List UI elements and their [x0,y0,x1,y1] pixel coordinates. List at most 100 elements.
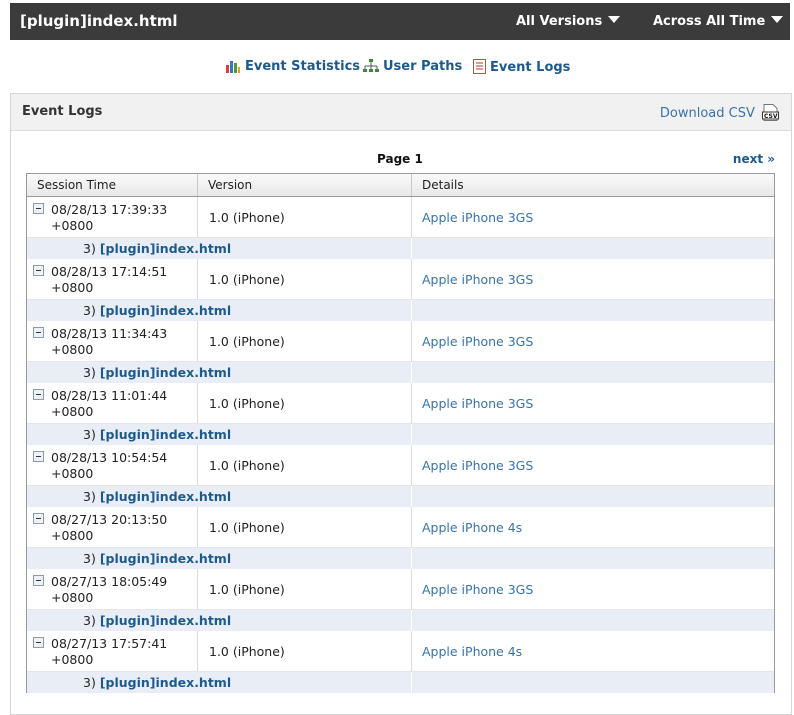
column-divider [411,362,412,383]
table-header: Session Time Version Details [27,174,774,197]
table-row: 08/28/13 11:01:44 +0800 1.0 (iPhone) Appl… [27,383,774,424]
column-divider [197,174,198,196]
event-step-number: 3) [83,613,96,628]
caret-down-icon [771,16,784,23]
nav-event-statistics[interactable]: Event Statistics [225,59,360,74]
session-timezone: +0800 [51,466,94,481]
panel-title: Event Logs [22,104,103,119]
column-divider [411,383,412,423]
session-time: 08/27/13 17:57:41 +0800 [51,636,167,668]
column-header-session-time[interactable]: Session Time [37,178,116,192]
event-step-number: 3) [83,675,96,690]
nav-user-paths[interactable]: User Paths [363,59,462,74]
next-page-link[interactable]: next » [733,152,775,166]
column-divider [411,569,412,609]
collapse-toggle-icon[interactable] [33,203,44,214]
details-link[interactable]: Apple iPhone 3GS [422,396,533,411]
event-step-number: 3) [83,551,96,566]
details-link[interactable]: Apple iPhone 3GS [422,582,533,597]
event-path-text: 3) [plugin]index.html [83,613,231,628]
panel-header: Event Logs Download CSV CSV [11,94,791,131]
timeframe-label: Across All Time [653,14,766,29]
download-csv-label: Download CSV [659,106,755,121]
session-timezone: +0800 [51,280,94,295]
session-time: 08/28/13 11:34:43 +0800 [51,326,167,358]
collapse-toggle-icon[interactable] [33,637,44,648]
details-link[interactable]: Apple iPhone 3GS [422,334,533,349]
column-divider [411,174,412,196]
event-name-link[interactable]: [plugin]index.html [100,489,231,504]
session-timezone: +0800 [51,652,94,667]
details-link[interactable]: Apple iPhone 3GS [422,458,533,473]
session-timezone: +0800 [51,528,94,543]
column-header-details[interactable]: Details [422,178,464,192]
session-time: 08/28/13 11:01:44 +0800 [51,388,167,420]
column-divider [411,197,412,237]
column-divider [411,424,412,445]
event-path-row: 3) [plugin]index.html [27,486,774,507]
session-date: 08/28/13 11:34:43 [51,326,168,341]
session-time: 08/28/13 17:14:51 +0800 [51,264,167,296]
session-timezone: +0800 [51,218,94,233]
download-csv-link[interactable]: Download CSV CSV [660,104,779,121]
column-divider [411,445,412,485]
table-row: 08/28/13 11:34:43 +0800 1.0 (iPhone) Appl… [27,321,774,362]
event-name-link[interactable]: [plugin]index.html [100,551,231,566]
version-cell: 1.0 (iPhone) [209,272,285,287]
nav-event-statistics-label: Event Statistics [245,59,361,74]
event-name-link[interactable]: [plugin]index.html [100,241,231,256]
page-title: [plugin]index.html [20,12,178,30]
event-step-number: 3) [83,365,96,380]
collapse-toggle-icon[interactable] [33,389,44,400]
collapse-toggle-icon[interactable] [33,451,44,462]
bar-chart-icon [226,61,240,73]
version-cell: 1.0 (iPhone) [209,210,285,225]
details-link[interactable]: Apple iPhone 3GS [422,272,533,287]
column-divider [197,569,198,609]
column-divider [197,259,198,299]
versions-label: All Versions [516,14,603,29]
event-path-text: 3) [plugin]index.html [83,303,231,318]
version-cell: 1.0 (iPhone) [209,458,285,473]
event-name-link[interactable]: [plugin]index.html [100,365,231,380]
event-name-link[interactable]: [plugin]index.html [100,427,231,442]
event-path-text: 3) [plugin]index.html [83,365,231,380]
version-cell: 1.0 (iPhone) [209,520,285,535]
collapse-toggle-icon[interactable] [33,513,44,524]
column-divider [197,197,198,237]
timeframe-dropdown[interactable]: Across All Time [653,14,784,29]
column-divider [411,486,412,507]
details-link[interactable]: Apple iPhone 3GS [422,210,533,225]
column-divider [411,672,412,693]
nav-event-logs[interactable]: Event Logs [473,59,570,75]
version-cell: 1.0 (iPhone) [209,644,285,659]
column-divider [411,610,412,631]
event-step-number: 3) [83,303,96,318]
column-divider [197,507,198,547]
session-time: 08/27/13 20:13:50 +0800 [51,512,167,544]
event-step-number: 3) [83,427,96,442]
details-link[interactable]: Apple iPhone 4s [422,644,522,659]
collapse-toggle-icon[interactable] [33,265,44,276]
column-divider [197,321,198,361]
column-divider [411,321,412,361]
event-name-link[interactable]: [plugin]index.html [100,675,231,690]
version-cell: 1.0 (iPhone) [209,582,285,597]
version-cell: 1.0 (iPhone) [209,396,285,411]
versions-dropdown[interactable]: All Versions [516,14,621,29]
event-path-row: 3) [plugin]index.html [27,424,774,445]
session-date: 08/27/13 20:13:50 [51,512,168,527]
event-name-link[interactable]: [plugin]index.html [100,613,231,628]
report-nav: Event Statistics User Paths Event Logs [0,59,794,79]
column-divider [197,383,198,423]
collapse-toggle-icon[interactable] [33,327,44,338]
event-path-text: 3) [plugin]index.html [83,241,231,256]
details-link[interactable]: Apple iPhone 4s [422,520,522,535]
session-date: 08/28/13 11:01:44 [51,388,168,403]
collapse-toggle-icon[interactable] [33,575,44,586]
event-step-number: 3) [83,489,96,504]
table-row: 08/28/13 17:39:33 +0800 1.0 (iPhone) Appl… [27,197,774,238]
event-name-link[interactable]: [plugin]index.html [100,303,231,318]
table-row: 08/28/13 17:14:51 +0800 1.0 (iPhone) Appl… [27,259,774,300]
column-header-version[interactable]: Version [208,178,252,192]
